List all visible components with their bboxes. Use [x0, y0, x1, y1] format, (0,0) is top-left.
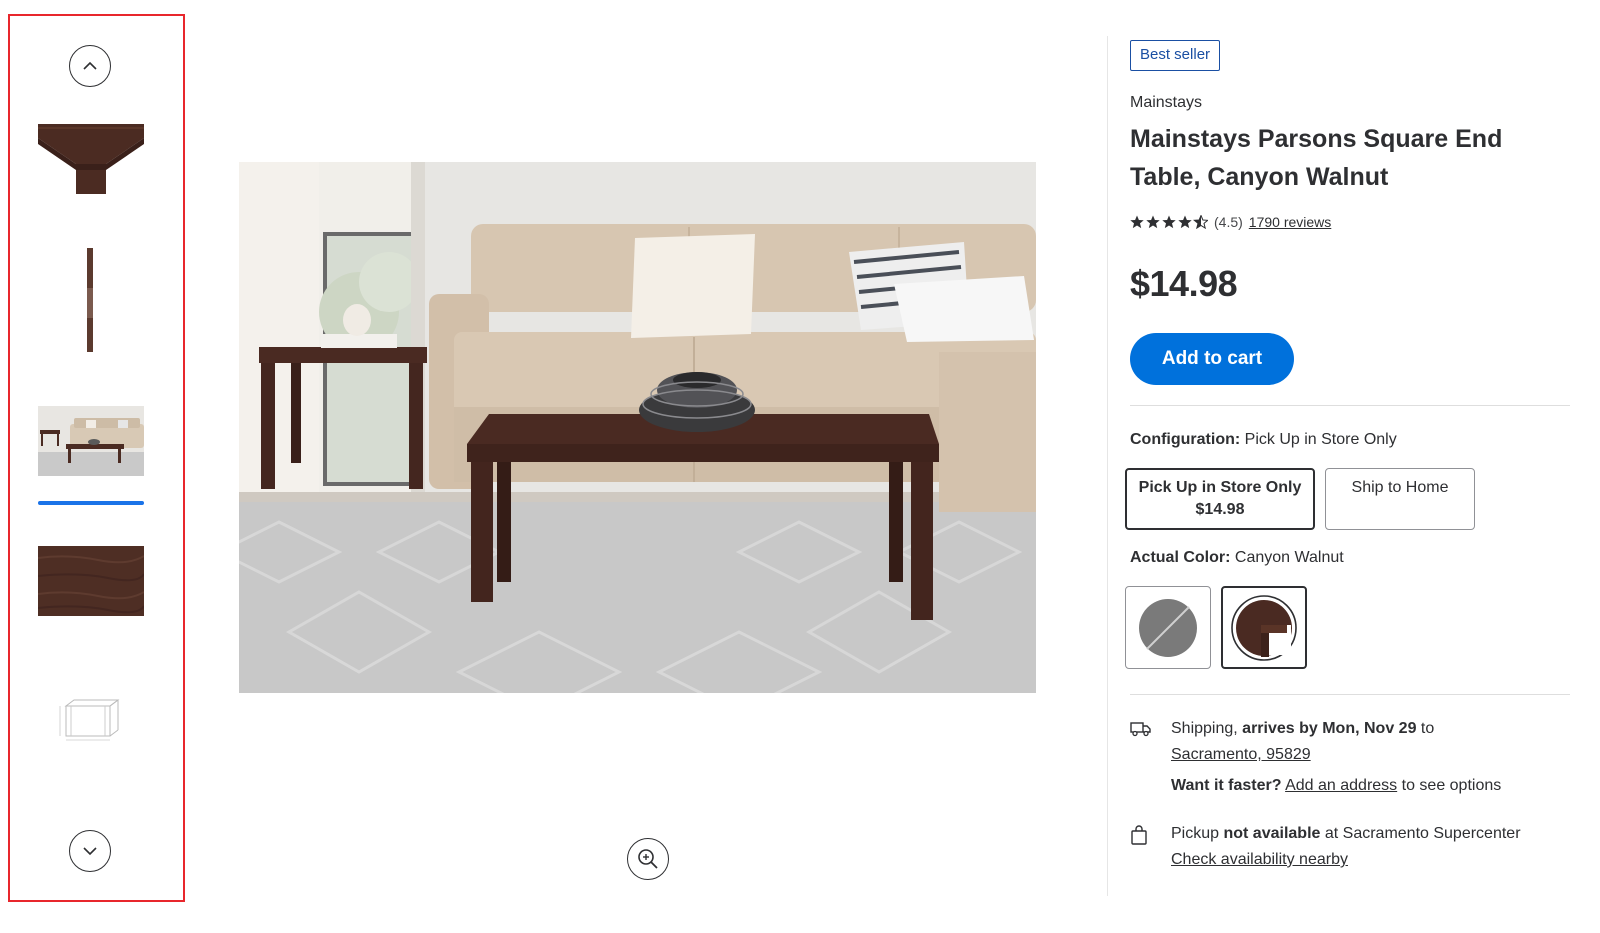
rating-summary: (4.5) 1790 reviews: [1130, 214, 1331, 230]
chevron-down-icon: [83, 847, 97, 856]
brand-name[interactable]: Mainstays: [1130, 94, 1202, 112]
product-info-panel: Best seller Mainstays Mainstays Parsons …: [1125, 0, 1590, 933]
panel-divider: [1107, 36, 1108, 896]
pickup-store: at Sacramento Supercenter: [1324, 825, 1521, 842]
option-label: Pick Up in Store Only: [1138, 479, 1302, 496]
best-seller-badge: Best seller: [1130, 40, 1221, 71]
option-pick-up-in-store[interactable]: Pick Up in Store Only $14.98: [1125, 468, 1315, 530]
want-faster-label: Want it faster?: [1171, 777, 1282, 794]
pickup-prefix: Pickup: [1171, 825, 1220, 842]
main-product-image[interactable]: [239, 162, 1036, 693]
thumbnail-table-corner[interactable]: [38, 124, 144, 194]
zoom-in-icon: [638, 849, 658, 869]
shopping-bag-icon: [1130, 825, 1148, 854]
thumbnail-rail: [8, 14, 185, 902]
pickup-status: not available: [1223, 825, 1321, 842]
selected-thumbnail-indicator: [38, 501, 144, 505]
chevron-up-icon: [83, 61, 97, 70]
option-price: $14.98: [1195, 501, 1245, 518]
divider: [1130, 694, 1570, 695]
shipping-arrival: arrives by Mon, Nov 29: [1242, 720, 1417, 737]
color-swatch-canyon-walnut[interactable]: [1221, 586, 1307, 669]
shipping-prefix: Shipping,: [1171, 720, 1238, 737]
reviews-link[interactable]: 1790 reviews: [1249, 214, 1332, 230]
thumbnail-table-leg[interactable]: [38, 248, 144, 352]
product-price: $14.98: [1130, 263, 1238, 304]
option-ship-to-home[interactable]: Ship to Home: [1325, 468, 1475, 530]
shipping-to: to: [1420, 720, 1435, 737]
pickup-info: Pickup not available at Sacramento Super…: [1130, 821, 1590, 881]
truck-icon: [1130, 720, 1152, 746]
thumbnail-dimension-diagram[interactable]: [38, 696, 144, 746]
color-value: Canyon Walnut: [1234, 549, 1344, 566]
add-address-link[interactable]: Add an address: [1285, 777, 1397, 794]
add-to-cart-button[interactable]: Add to cart: [1130, 333, 1294, 385]
shipping-location-link[interactable]: Sacramento, 95829: [1171, 746, 1311, 763]
configuration-label: Configuration:: [1130, 431, 1241, 448]
thumbnail-scroll-up-button[interactable]: [69, 45, 111, 87]
divider: [1130, 405, 1570, 406]
thumbnail-scroll-down-button[interactable]: [69, 830, 111, 872]
shipping-info: Shipping, arrives by Mon, Nov 29 to Sacr…: [1130, 716, 1590, 806]
thumbnail-living-room[interactable]: [38, 406, 144, 476]
star-rating-icon: [1130, 215, 1208, 229]
rating-value: (4.5): [1214, 214, 1243, 230]
configuration-value: Pick Up in Store Only: [1244, 431, 1397, 448]
option-label: Ship to Home: [1351, 479, 1449, 496]
color-label: Actual Color:: [1130, 549, 1231, 566]
thumbnail-wood-texture[interactable]: [38, 546, 144, 616]
see-options-text: to see options: [1401, 777, 1502, 794]
configuration-label-row: Configuration: Pick Up in Store Only: [1130, 431, 1397, 449]
color-swatch-gray-unavailable[interactable]: [1125, 586, 1211, 669]
zoom-button[interactable]: [627, 838, 669, 880]
check-availability-link[interactable]: Check availability nearby: [1171, 851, 1348, 868]
color-label-row: Actual Color: Canyon Walnut: [1130, 549, 1344, 567]
product-title: Mainstays Parsons Square End Table, Cany…: [1130, 125, 1503, 191]
